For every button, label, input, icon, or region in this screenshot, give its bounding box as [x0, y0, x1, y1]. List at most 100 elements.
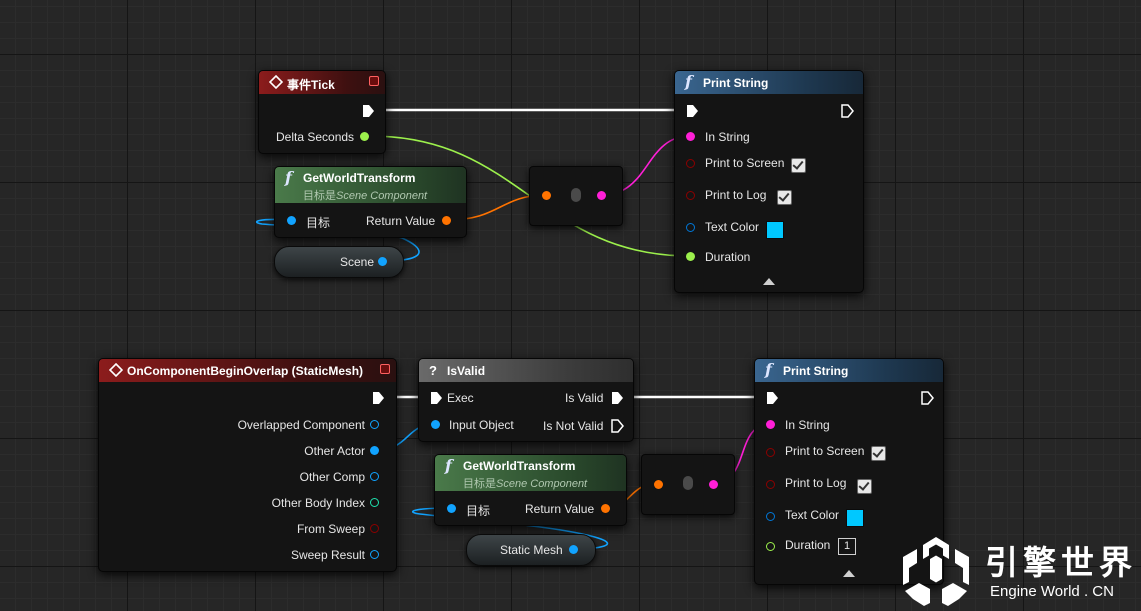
float-input-pin[interactable] [686, 252, 695, 261]
pin-label-return-value: Return Value [366, 214, 436, 228]
static-mesh-variable-node[interactable]: Static Mesh [466, 534, 596, 566]
node-title: GetWorldTransform [463, 459, 576, 473]
get-world-transform-node[interactable]: f GetWorldTransform 目标是Scene Component 目… [274, 166, 467, 238]
bool-input-pin[interactable] [766, 480, 775, 489]
print-to-log-checkbox[interactable] [777, 190, 792, 205]
on-component-begin-overlap-node[interactable]: OnComponentBeginOverlap (StaticMesh) Ove… [98, 358, 397, 572]
duration-input[interactable]: 1 [838, 538, 856, 555]
linear-color-input-pin[interactable] [686, 223, 695, 232]
pin-label-duration: Duration [785, 538, 831, 552]
string-input-pin[interactable] [766, 420, 775, 429]
node-title: OnComponentBeginOverlap (StaticMesh) [127, 364, 364, 378]
question-icon: ? [429, 363, 437, 378]
int-output-pin[interactable] [370, 498, 379, 507]
conversion-node[interactable] [641, 454, 735, 515]
expand-arrow-icon[interactable] [843, 570, 855, 577]
object-output-pin[interactable] [378, 257, 387, 266]
event-diamond-icon [109, 363, 123, 377]
struct-output-pin[interactable] [601, 504, 610, 513]
is-valid-node[interactable]: ? IsValid Exec Is Valid Input Object Is … [418, 358, 634, 442]
print-to-screen-checkbox[interactable] [871, 446, 886, 461]
expand-arrow-icon[interactable] [763, 278, 775, 285]
conversion-node[interactable] [529, 166, 623, 226]
string-output-pin[interactable] [709, 480, 718, 489]
pin-label-target: 目标 [306, 216, 331, 230]
pin-label-other-body-index: Other Body Index [271, 496, 365, 510]
conversion-grip-icon [683, 476, 693, 490]
function-icon: f [285, 168, 292, 187]
pin-label-exec: Exec [447, 391, 474, 405]
node-title: IsValid [447, 364, 486, 378]
pin-label-other-actor: Other Actor [304, 444, 365, 458]
struct-input-pin[interactable] [542, 191, 551, 200]
object-input-pin[interactable] [447, 504, 456, 513]
pin-label-print-to-screen: Print to Screen [785, 444, 865, 458]
exec-output-pin[interactable] [361, 104, 375, 118]
pin-label-duration: Duration [705, 250, 751, 264]
get-world-transform-node[interactable]: f GetWorldTransform 目标是Scene Component 目… [434, 454, 627, 526]
node-header: f Print String [675, 71, 863, 94]
engine-world-logo-icon [903, 537, 969, 606]
node-title: GetWorldTransform [303, 171, 416, 185]
bool-output-pin[interactable] [370, 524, 379, 533]
event-diamond-icon [269, 75, 283, 89]
pin-label-is-not-valid: Is Not Valid [543, 419, 604, 433]
exec-output-pin[interactable] [920, 391, 934, 405]
object-input-pin[interactable] [431, 420, 440, 429]
struct-output-pin[interactable] [442, 216, 451, 225]
delegate-pin-icon[interactable] [369, 76, 379, 86]
struct-input-pin[interactable] [654, 480, 663, 489]
pin-label-overlapped-component: Overlapped Component [237, 418, 365, 432]
struct-output-pin[interactable] [370, 550, 379, 559]
object-output-pin[interactable] [370, 446, 379, 455]
float-input-pin[interactable] [766, 542, 775, 551]
pin-label-other-comp: Other Comp [299, 470, 365, 484]
variable-label: Static Mesh [500, 543, 563, 557]
bool-input-pin[interactable] [766, 448, 775, 457]
watermark-brand-cn: 引擎世界 [985, 544, 1137, 581]
linear-color-input-pin[interactable] [766, 512, 775, 521]
pin-label-in-string: In String [785, 418, 830, 432]
object-input-pin[interactable] [287, 216, 296, 225]
node-header: f GetWorldTransform 目标是Scene Component [275, 167, 466, 203]
exec-input-pin[interactable] [685, 104, 699, 118]
pin-label-return-value: Return Value [525, 502, 595, 516]
function-icon: f [685, 72, 692, 91]
watermark-brand-en: Engine World . CN [990, 583, 1114, 600]
string-output-pin[interactable] [597, 191, 606, 200]
event-tick-node[interactable]: 事件Tick Delta Seconds [258, 70, 386, 154]
print-string-node[interactable]: f Print String In String Print to Screen… [674, 70, 864, 293]
exec-output-pin[interactable] [840, 104, 854, 118]
delegate-pin-icon[interactable] [380, 364, 390, 374]
pin-label-from-sweep: From Sweep [296, 522, 365, 536]
pin-label-print-to-screen: Print to Screen [705, 156, 785, 170]
pin-label-delta-seconds: Delta Seconds [276, 130, 355, 144]
pin-label-sweep-result: Sweep Result [290, 548, 365, 562]
node-header: 事件Tick [259, 71, 385, 94]
exec-output-pin[interactable] [371, 391, 385, 405]
pin-label-input-object: Input Object [449, 418, 514, 432]
node-header: f Print String [755, 359, 943, 382]
exec-output-pin[interactable] [610, 419, 624, 433]
bool-input-pin[interactable] [686, 159, 695, 168]
conversion-grip-icon [571, 188, 581, 202]
node-header: f GetWorldTransform 目标是Scene Component [435, 455, 626, 491]
text-color-swatch[interactable] [766, 221, 784, 239]
pin-label-in-string: In String [705, 130, 750, 144]
string-input-pin[interactable] [686, 132, 695, 141]
scene-variable-node[interactable]: Scene [274, 246, 404, 278]
float-output-pin[interactable] [360, 132, 369, 141]
exec-input-pin[interactable] [765, 391, 779, 405]
pin-label-is-valid: Is Valid [565, 391, 604, 405]
object-output-pin[interactable] [569, 545, 578, 554]
print-to-log-checkbox[interactable] [857, 479, 872, 494]
object-output-pin[interactable] [370, 472, 379, 481]
object-output-pin[interactable] [370, 420, 379, 429]
node-title: 事件Tick [287, 78, 335, 92]
exec-input-pin[interactable] [429, 391, 443, 405]
variable-label: Scene [340, 255, 375, 269]
bool-input-pin[interactable] [686, 191, 695, 200]
exec-output-pin[interactable] [610, 391, 624, 405]
text-color-swatch[interactable] [846, 509, 864, 527]
print-to-screen-checkbox[interactable] [791, 158, 806, 173]
